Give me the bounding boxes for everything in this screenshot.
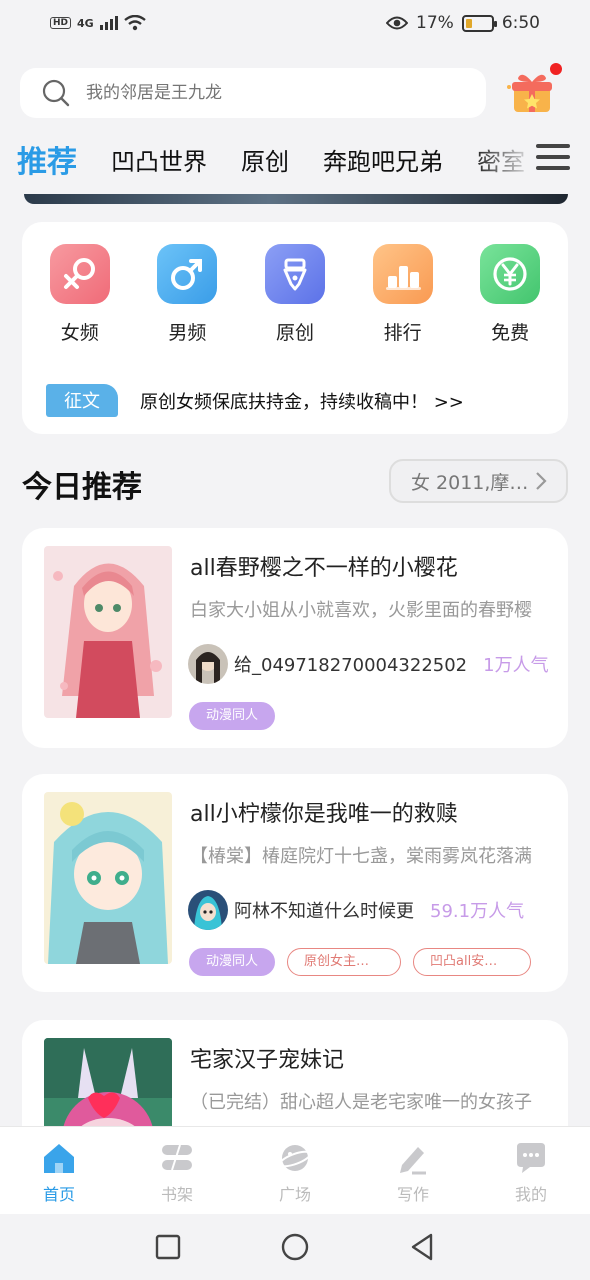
tab-original[interactable]: 原创 xyxy=(224,142,306,177)
author-row[interactable]: 阿林不知道什么时候更 59.1万人气 xyxy=(188,890,558,930)
category-ranking[interactable]: 排行 xyxy=(360,244,446,345)
category-label: 免费 xyxy=(491,322,530,344)
category-label: 女频 xyxy=(60,322,99,344)
book-description: 【椿棠】椿庭院灯十七盏，棠雨雾岚花落满 xyxy=(190,846,532,867)
signal-icon xyxy=(99,16,118,30)
hd-badge: HD xyxy=(50,17,72,29)
author-row[interactable]: 给_049718270004322502 1万人气 xyxy=(188,644,558,684)
category-male[interactable]: 男频 xyxy=(144,244,230,345)
nav-bookshelf[interactable]: 书架 xyxy=(137,1127,217,1214)
popularity-count: 1万人气 xyxy=(483,655,549,676)
book-description: （已完结）甜心超人是老宅家唯一的女孩子 xyxy=(190,1092,532,1113)
pen-nib-icon xyxy=(264,244,325,304)
home-icon xyxy=(44,1144,74,1173)
nav-home[interactable]: 首页 xyxy=(19,1127,99,1214)
tab-aotu-world[interactable]: 凹凸世界 xyxy=(94,142,224,177)
category-label: 原创 xyxy=(275,322,314,344)
wifi-icon xyxy=(123,15,146,31)
category-label: 男频 xyxy=(168,322,207,344)
genre-tag[interactable]: 动漫同人 xyxy=(189,948,276,976)
avatar xyxy=(188,890,228,930)
planet-icon xyxy=(278,1145,312,1171)
nav-label: 广场 xyxy=(278,1185,311,1204)
banner-image[interactable] xyxy=(24,194,568,204)
category-tabs: 推荐 凹凸世界 原创 奔跑吧兄弟 密室 xyxy=(0,132,540,186)
eye-icon xyxy=(386,16,409,30)
system-navigation-bar xyxy=(0,1214,590,1280)
back-icon[interactable] xyxy=(409,1233,435,1261)
status-bar: HD 4G 17% 6:50 xyxy=(0,0,590,46)
genre-tag[interactable]: 动漫同人 xyxy=(189,702,276,730)
notification-dot xyxy=(550,63,562,75)
search-bar[interactable] xyxy=(20,68,486,118)
contest-text: 原创女频保底扶持金，持续收稿中！ >> xyxy=(140,391,464,413)
contest-notice[interactable]: 征文 原创女频保底扶持金，持续收稿中！ >> xyxy=(46,384,464,417)
genre-tag[interactable]: 原创女主… xyxy=(287,948,402,976)
tab-running-man[interactable]: 奔跑吧兄弟 xyxy=(306,142,460,177)
category-female[interactable]: 女频 xyxy=(37,244,123,345)
book-cover-image xyxy=(44,792,172,964)
status-left: HD 4G xyxy=(50,15,146,31)
chevron-right-icon xyxy=(536,472,547,490)
nav-label: 书架 xyxy=(160,1185,193,1204)
nav-square[interactable]: 广场 xyxy=(255,1127,335,1214)
tabs-fade xyxy=(470,132,590,186)
category-card: 女频 男频 原创 排行 免费 征文 原创女频保底扶持金，持续收稿中！ >> xyxy=(22,222,568,434)
filter-label: 女 2011,摩… xyxy=(411,471,529,494)
popularity-count: 59.1万人气 xyxy=(430,901,525,922)
avatar xyxy=(188,644,228,684)
yen-icon xyxy=(480,244,541,304)
nav-label: 我的 xyxy=(514,1185,547,1204)
home-circle-icon[interactable] xyxy=(281,1233,309,1261)
pencil-icon xyxy=(400,1147,426,1175)
bookshelf-icon xyxy=(162,1144,192,1171)
category-label: 排行 xyxy=(383,322,422,344)
book-card[interactable]: all小柠檬你是我唯一的救赎 【椿棠】椿庭院灯十七盏，棠雨雾岚花落满 阿林不知道… xyxy=(22,774,568,992)
category-grid: 女频 男频 原创 排行 免费 xyxy=(22,244,568,345)
nav-write[interactable]: 写作 xyxy=(373,1127,453,1214)
network-label: 4G xyxy=(77,16,94,30)
search-icon xyxy=(42,79,70,107)
contest-tag: 征文 xyxy=(46,384,118,417)
book-title: all春野樱之不一样的小樱花 xyxy=(190,556,458,581)
clock: 6:50 xyxy=(501,13,540,33)
status-right: 17% 6:50 xyxy=(386,13,540,33)
nav-profile[interactable]: 我的 xyxy=(491,1127,571,1214)
category-original[interactable]: 原创 xyxy=(252,244,338,345)
book-description: 白家大小姐从小就喜欢，火影里面的春野樱 xyxy=(190,600,532,621)
book-title: all小柠檬你是我唯一的救赎 xyxy=(190,802,458,827)
tab-recommend[interactable]: 推荐 xyxy=(0,137,94,181)
battery-icon xyxy=(461,14,497,32)
chat-bubble-icon xyxy=(517,1143,545,1173)
book-title: 宅家汉子宠妹记 xyxy=(190,1048,345,1073)
recent-apps-icon[interactable] xyxy=(155,1234,181,1260)
nav-label: 首页 xyxy=(42,1185,75,1204)
category-free[interactable]: 免费 xyxy=(467,244,553,345)
search-input[interactable] xyxy=(86,83,426,103)
tab-menu-icon[interactable] xyxy=(536,141,570,173)
tag-list: 动漫同人 原创女主… 凹凸all安… xyxy=(189,948,532,976)
section-title: 今日推荐 xyxy=(22,470,142,505)
female-icon xyxy=(49,244,110,304)
genre-tag[interactable]: 凹凸all安… xyxy=(413,948,532,976)
author-name: 给_049718270004322502 xyxy=(234,655,468,676)
book-cover-image xyxy=(44,546,172,718)
battery-percent: 17% xyxy=(416,13,454,33)
bottom-navigation: 首页 书架 广场 写作 我的 xyxy=(0,1126,590,1214)
nav-label: 写作 xyxy=(396,1185,429,1204)
ranking-icon xyxy=(372,244,433,304)
author-name: 阿林不知道什么时候更 xyxy=(234,901,414,922)
preference-filter-button[interactable]: 女 2011,摩… xyxy=(389,459,568,503)
gift-icon[interactable] xyxy=(506,70,556,116)
male-icon xyxy=(157,244,218,304)
book-card[interactable]: all春野樱之不一样的小樱花 白家大小姐从小就喜欢，火影里面的春野樱 给_049… xyxy=(22,528,568,748)
tag-list: 动漫同人 xyxy=(189,702,276,730)
